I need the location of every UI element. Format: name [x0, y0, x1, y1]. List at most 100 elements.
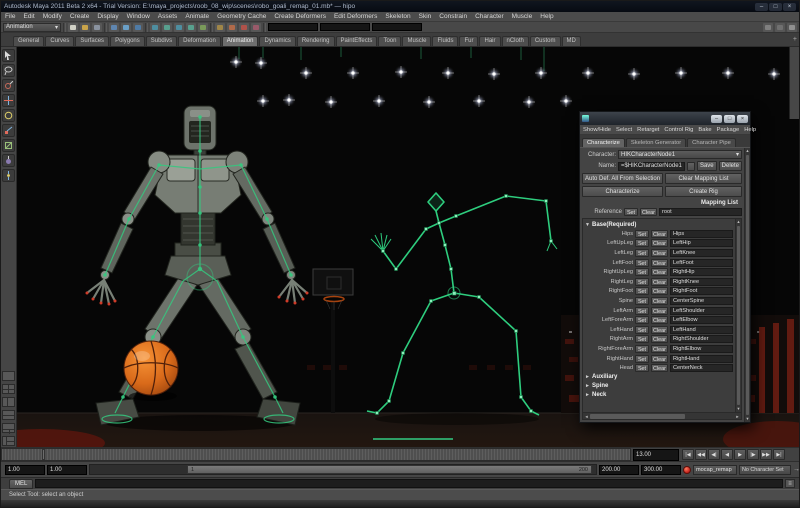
delete-button[interactable]: Delete	[718, 161, 742, 171]
open-scene-icon[interactable]	[80, 22, 90, 32]
range-slider-track[interactable]: 1 200	[89, 464, 597, 475]
clear-button[interactable]: Clear	[651, 316, 668, 325]
menu-skeleton[interactable]: Skeleton	[385, 13, 410, 20]
soft-mod-tool-icon[interactable]	[2, 154, 15, 167]
divider[interactable]	[145, 22, 148, 32]
clear-button[interactable]: Clear	[651, 287, 668, 296]
clear-button[interactable]: Clear	[651, 239, 668, 248]
mapping-list-horizontal-scrollbar[interactable]: ◄ ►	[583, 412, 741, 419]
create-rig-button[interactable]: Create Rig	[665, 186, 742, 197]
name-expand-button[interactable]	[686, 161, 695, 171]
set-button[interactable]: Set	[635, 335, 649, 344]
set-button[interactable]: Set	[635, 287, 649, 296]
shelf-tab-curves[interactable]: Curves	[45, 36, 75, 46]
auto-def-from-selection-button[interactable]: Auto Def. All From Selection	[582, 173, 664, 184]
select-by-object-icon[interactable]	[121, 22, 131, 32]
custom-layout-button[interactable]	[2, 436, 15, 446]
maximize-button[interactable]: □	[769, 2, 782, 11]
set-button[interactable]: Set	[635, 364, 649, 373]
set-button[interactable]: Set	[635, 277, 649, 286]
show-manipulator-tool-icon[interactable]	[2, 169, 15, 182]
menu-file[interactable]: File	[5, 13, 15, 20]
hik-close-button[interactable]: ×	[737, 114, 748, 123]
menu-animate[interactable]: Animate	[185, 13, 209, 20]
spine-section-header[interactable]: ► Spine	[583, 382, 735, 391]
hik-title-bar[interactable]: – □ ×	[580, 112, 750, 125]
shelf-tab-md[interactable]: MD	[561, 36, 581, 46]
menu-constrain[interactable]: Constrain	[439, 13, 467, 20]
clear-button[interactable]: Clear	[651, 364, 668, 373]
set-button[interactable]: Set	[635, 258, 649, 267]
clear-button[interactable]: Clear	[651, 325, 668, 334]
step-back-frame-button[interactable]: ◀◀	[695, 449, 707, 460]
numeric-input-field[interactable]	[372, 23, 422, 31]
hik-maximize-button[interactable]: □	[724, 114, 735, 123]
set-button[interactable]: Set	[635, 268, 649, 277]
hypershade-persp-layout-button[interactable]	[2, 410, 15, 420]
show-tool-settings-icon[interactable]	[775, 22, 785, 32]
shelf-tab-general[interactable]: General	[13, 36, 45, 46]
script-editor-icon[interactable]: ≡	[785, 479, 795, 488]
hik-window-scrollbar[interactable]: ▲ ▼	[744, 148, 750, 422]
time-slider[interactable]	[1, 448, 631, 461]
divider[interactable]	[104, 22, 107, 32]
play-forwards-button[interactable]: ▶	[734, 449, 746, 460]
joint-value-field[interactable]: RightHip	[670, 268, 733, 277]
hik-tab-character-pipe[interactable]: Character Pipe	[687, 138, 736, 147]
scroll-up-icon[interactable]: ▲	[736, 219, 741, 225]
clear-button[interactable]: Clear	[651, 354, 668, 363]
shelf-tab-deformation[interactable]: Deformation	[178, 36, 221, 46]
hik-menu-controlrig[interactable]: Control Rig	[664, 127, 693, 133]
clear-button[interactable]: Clear	[651, 335, 668, 344]
joint-value-field[interactable]: LeftElbow	[670, 316, 733, 325]
close-button[interactable]: ×	[783, 2, 796, 11]
hik-menu-bake[interactable]: Bake	[698, 127, 711, 133]
clear-button[interactable]: Clear	[651, 248, 668, 257]
clip-dropdown[interactable]: mocap_remap	[693, 464, 737, 475]
clear-button[interactable]: Clear	[651, 258, 668, 267]
joint-value-field[interactable]: RightFoot	[670, 287, 733, 296]
shelf-tab-toon[interactable]: Toon	[378, 36, 402, 46]
reference-value-field[interactable]: root	[659, 208, 742, 216]
hik-menu-package[interactable]: Package	[717, 127, 740, 133]
show-channel-box-icon[interactable]	[787, 22, 797, 32]
shelf-tab-hair[interactable]: Hair	[479, 36, 501, 46]
shelf-tab-polygons[interactable]: Polygons	[110, 36, 145, 46]
set-button[interactable]: Set	[635, 354, 649, 363]
joint-value-field[interactable]: LeftHand	[670, 325, 733, 334]
clear-button[interactable]: Clear	[651, 229, 668, 238]
hik-menu-showhide[interactable]: Show/Hide	[583, 127, 611, 133]
playback-end-field[interactable]: 200.00	[599, 464, 639, 475]
shelf-tab-painteffects[interactable]: PaintEffects	[335, 36, 378, 46]
minimize-button[interactable]: –	[755, 2, 768, 11]
four-pane-layout-button[interactable]	[2, 384, 15, 394]
joint-value-field[interactable]: RightKnee	[670, 277, 733, 286]
joint-value-field[interactable]: CenterSpine	[670, 296, 733, 305]
menu-geometry-cache[interactable]: Geometry Cache	[217, 13, 266, 20]
divider[interactable]	[63, 22, 66, 32]
menu-muscle[interactable]: Muscle	[512, 13, 533, 20]
shelf-tab-animation[interactable]: Animation	[221, 36, 259, 46]
reference-clear-button[interactable]: Clear	[640, 208, 657, 216]
scroll-left-icon[interactable]: ◄	[583, 414, 590, 419]
menu-edit[interactable]: Edit	[23, 13, 34, 20]
new-scene-icon[interactable]	[68, 22, 78, 32]
hik-menu-select[interactable]: Select	[616, 127, 632, 133]
set-button[interactable]: Set	[635, 344, 649, 353]
clear-button[interactable]: Clear	[651, 277, 668, 286]
clear-button[interactable]: Clear	[651, 268, 668, 277]
save-scene-icon[interactable]	[92, 22, 102, 32]
menu-assets[interactable]: Assets	[158, 13, 178, 20]
make-live-icon[interactable]	[198, 22, 208, 32]
render-settings-icon[interactable]	[251, 22, 261, 32]
construction-history-icon[interactable]	[215, 22, 225, 32]
snap-to-point-icon[interactable]	[174, 22, 184, 32]
joint-value-field[interactable]: LeftHip	[670, 239, 733, 248]
scrollbar-thumb[interactable]	[590, 413, 685, 419]
persp-outliner-layout-button[interactable]	[2, 397, 15, 407]
menu-modify[interactable]: Modify	[43, 13, 62, 20]
scroll-down-icon[interactable]: ▼	[745, 416, 750, 422]
go-to-start-button[interactable]: |◀	[682, 449, 694, 460]
clear-button[interactable]: Clear	[651, 306, 668, 315]
shelf-tab-fluids[interactable]: Fluids	[432, 36, 459, 46]
